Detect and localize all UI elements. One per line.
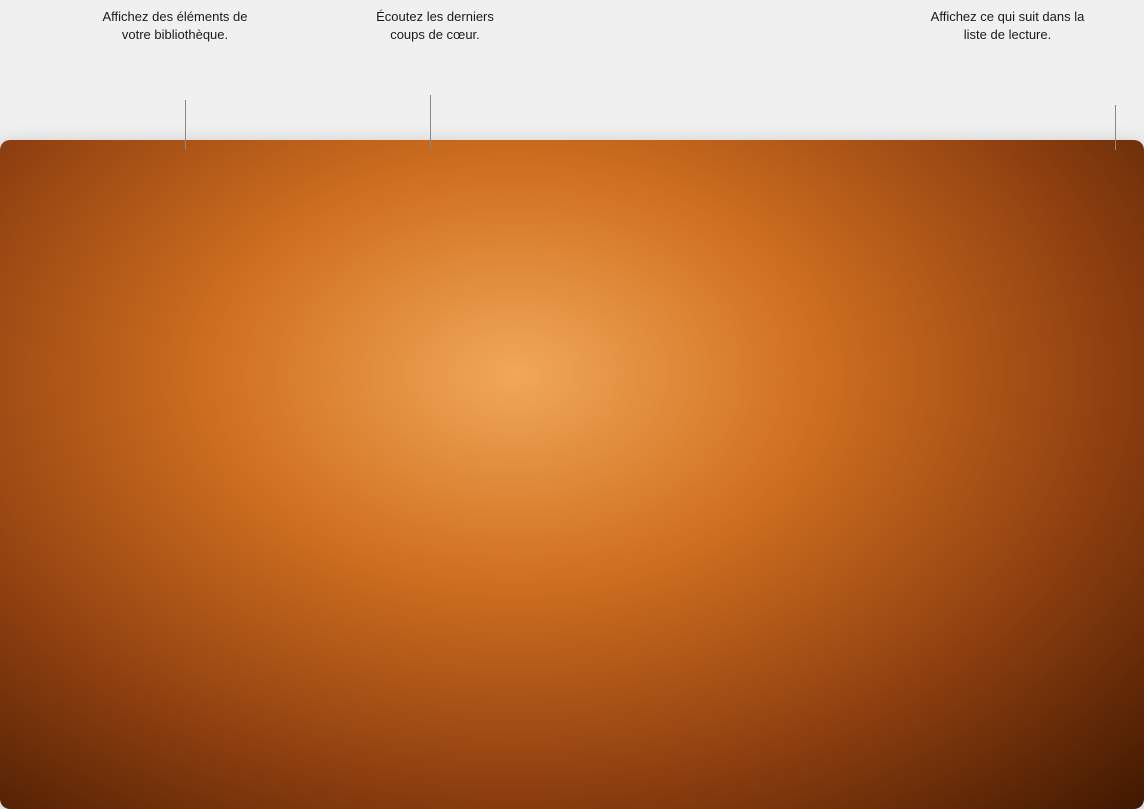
recently-played-item-5[interactable] (948, 660, 1116, 809)
content-area: Listen Now 👤 Top Picks Made for You (192, 234, 1144, 809)
rp-image-5 (948, 660, 1116, 809)
rp-img-5-bg (948, 660, 1116, 809)
recently-played-section: Recently Played › (220, 625, 1116, 809)
annotation-queue: Affichez ce qui suit dans la liste de le… (920, 8, 1095, 44)
annotation-listen: Écoutez les derniers coups de cœur. (360, 8, 510, 44)
recently-played-grid: God Save The Animals (220, 660, 1116, 809)
rp-glow-5 (948, 660, 1116, 809)
annotation-library: Affichez des éléments de votre bibliothè… (100, 8, 250, 44)
main-window: ⇄ ⏮ ⏸ ⏭ ↻ Party Girls (feat. Buju Banton… (0, 140, 1144, 809)
main-area: 🔍 Apple Music ▶ Listen Now ⊞ Browse 📡 Ra… (0, 234, 1144, 809)
